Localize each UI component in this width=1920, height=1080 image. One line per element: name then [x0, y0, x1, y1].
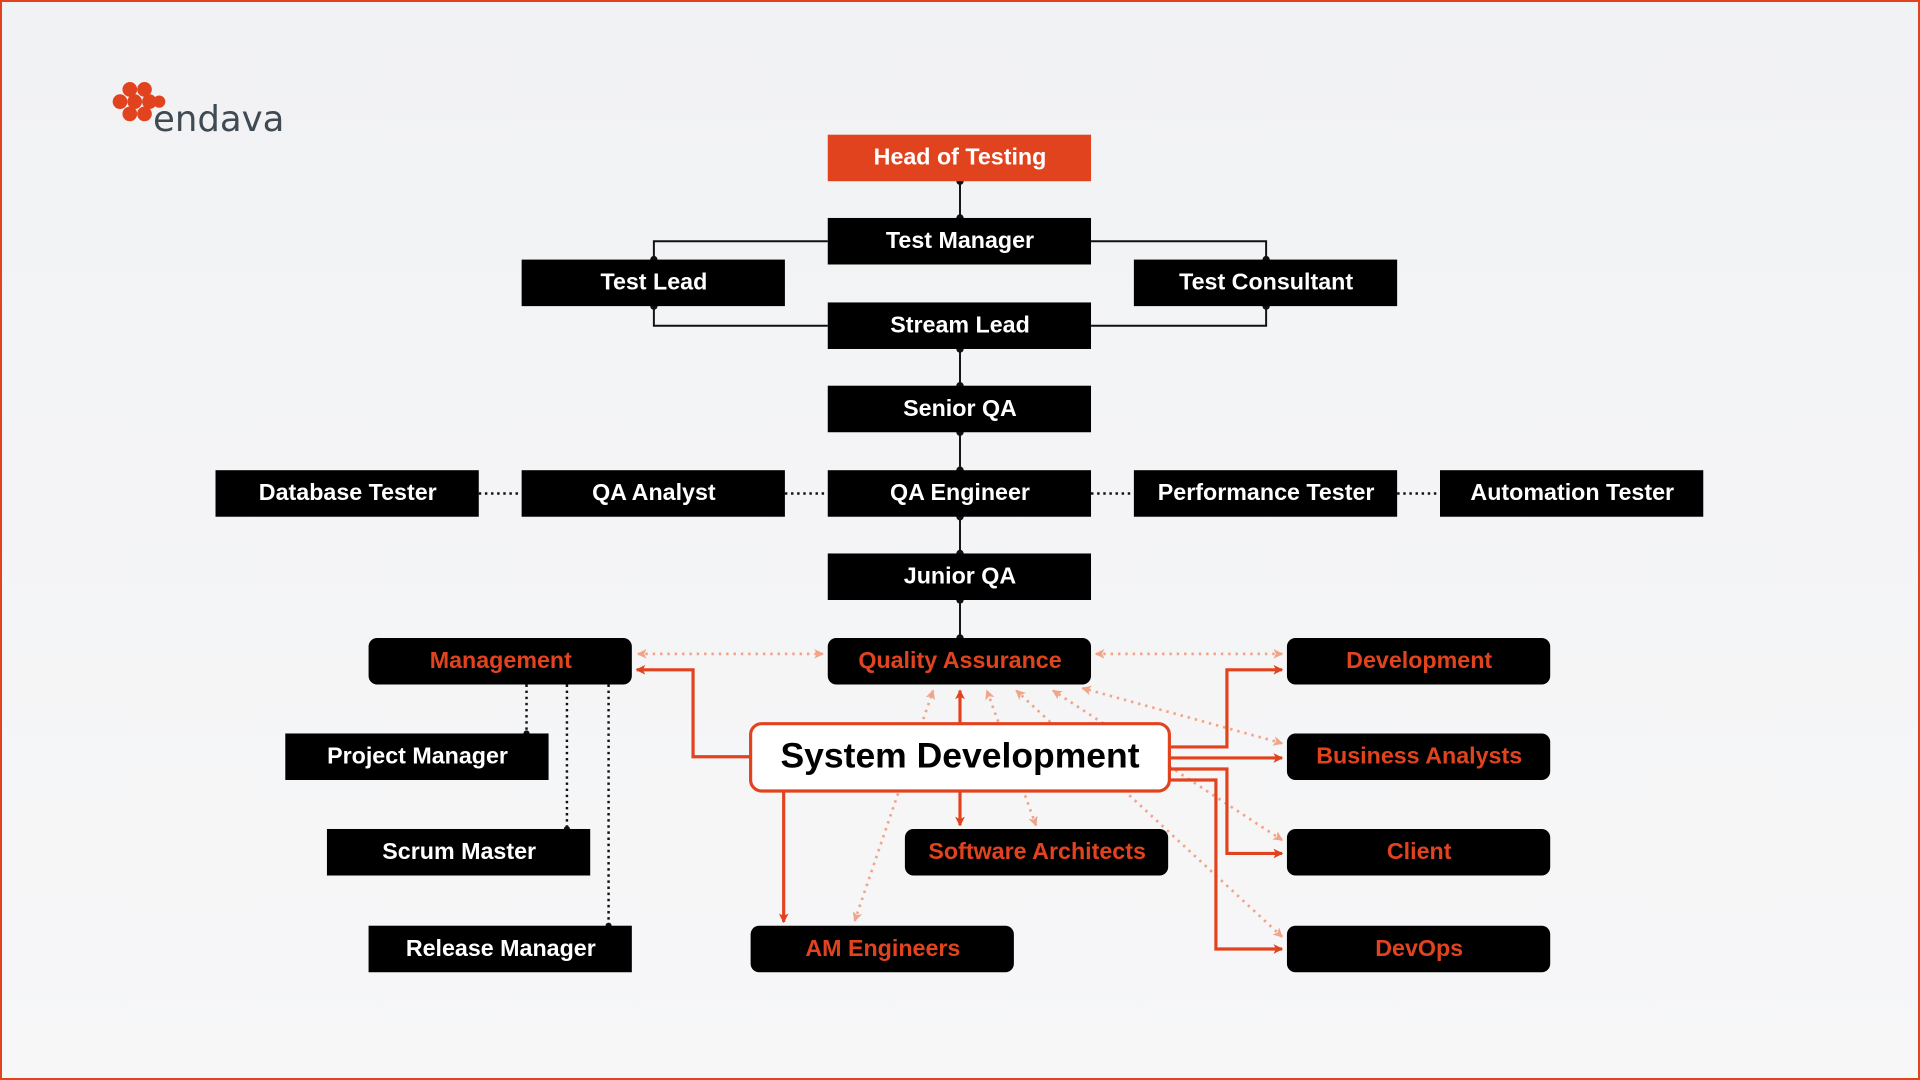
- svg-text:Database Tester: Database Tester: [259, 479, 437, 505]
- svg-text:endava: endava: [153, 99, 284, 140]
- node-test-lead: Test Lead: [521, 259, 785, 307]
- node-database-tester: Database Tester: [215, 470, 479, 517]
- svg-text:Stream Lead: Stream Lead: [890, 311, 1030, 337]
- svg-text:Automation Tester: Automation Tester: [1470, 479, 1674, 505]
- node-scrum-master: Scrum Master: [326, 828, 591, 876]
- svg-text:Performance Tester: Performance Tester: [1158, 479, 1375, 505]
- svg-text:System Development: System Development: [780, 736, 1139, 776]
- svg-text:Test Consultant: Test Consultant: [1179, 269, 1353, 295]
- svg-text:QA Analyst: QA Analyst: [592, 479, 716, 505]
- svg-text:Junior QA: Junior QA: [904, 563, 1017, 589]
- node-junior-qa: Junior QA: [827, 553, 1092, 600]
- org-diagram: endava Head of Testing Test Manager Test…: [112, 82, 1704, 973]
- svg-text:Head of Testing: Head of Testing: [874, 144, 1047, 170]
- node-performance-tester: Performance Tester: [1133, 470, 1398, 517]
- svg-text:QA Engineer: QA Engineer: [890, 479, 1030, 505]
- svg-text:DevOps: DevOps: [1375, 935, 1463, 961]
- system-development-arrows: [635, 664, 1284, 954]
- svg-text:Software Architects: Software Architects: [928, 838, 1146, 864]
- node-qa-analyst: QA Analyst: [521, 470, 785, 517]
- node-release-manager: Release Manager: [368, 925, 632, 973]
- node-automation-tester: Automation Tester: [1440, 470, 1704, 517]
- node-business-analysts: Business Analysts: [1286, 733, 1551, 780]
- svg-text:Senior QA: Senior QA: [903, 395, 1017, 421]
- svg-text:Quality Assurance: Quality Assurance: [858, 647, 1061, 673]
- node-stream-lead: Stream Lead: [827, 302, 1092, 349]
- node-am-engineers: AM Engineers: [750, 925, 1014, 973]
- svg-text:Project Manager: Project Manager: [327, 743, 508, 769]
- node-quality-assurance: Quality Assurance: [827, 637, 1092, 685]
- node-qa-engineer: QA Engineer: [827, 470, 1092, 517]
- node-management: Management: [368, 637, 632, 685]
- node-project-manager: Project Manager: [285, 733, 549, 780]
- node-senior-qa: Senior QA: [827, 385, 1092, 433]
- svg-text:Business Analysts: Business Analysts: [1316, 743, 1522, 769]
- node-system-development: System Development: [749, 722, 1171, 793]
- node-software-architects: Software Architects: [904, 828, 1169, 876]
- svg-text:Management: Management: [430, 647, 572, 673]
- node-devops: DevOps: [1286, 925, 1551, 973]
- svg-text:Scrum Master: Scrum Master: [382, 838, 536, 864]
- svg-text:AM Engineers: AM Engineers: [805, 935, 960, 961]
- svg-text:Test Manager: Test Manager: [886, 227, 1034, 253]
- node-head-of-testing: Head of Testing: [827, 134, 1092, 182]
- node-test-consultant: Test Consultant: [1133, 259, 1398, 307]
- svg-text:Release Manager: Release Manager: [406, 935, 596, 961]
- node-client: Client: [1286, 828, 1551, 876]
- svg-text:Client: Client: [1387, 838, 1452, 864]
- node-development: Development: [1286, 637, 1551, 685]
- node-test-manager: Test Manager: [827, 217, 1092, 265]
- svg-text:Test Lead: Test Lead: [600, 269, 707, 295]
- svg-text:Development: Development: [1346, 647, 1492, 673]
- endava-logo: endava: [112, 82, 284, 140]
